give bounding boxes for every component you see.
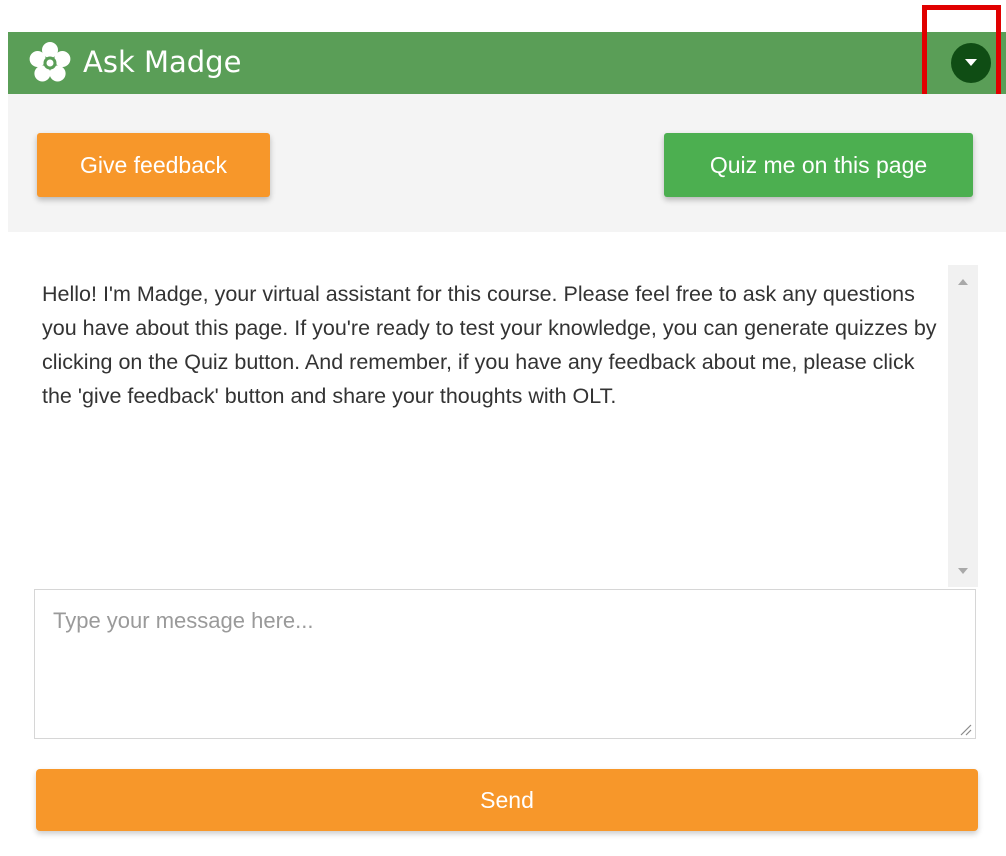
- caret-down-icon: [965, 59, 977, 66]
- send-button[interactable]: Send: [36, 769, 978, 831]
- widget-header: Ask Madge: [8, 32, 1006, 94]
- chat-scrollbar[interactable]: [948, 265, 978, 587]
- flower-icon: [29, 42, 71, 82]
- resize-handle-icon[interactable]: [958, 722, 972, 736]
- scroll-up-arrow-icon[interactable]: [958, 279, 968, 285]
- give-feedback-button[interactable]: Give feedback: [37, 133, 270, 197]
- collapse-button[interactable]: [951, 43, 991, 83]
- chat-log[interactable]: Hello! I'm Madge, your virtual assistant…: [34, 265, 978, 587]
- message-input[interactable]: [34, 589, 976, 739]
- assistant-message: Hello! I'm Madge, your virtual assistant…: [42, 282, 937, 408]
- quiz-button[interactable]: Quiz me on this page: [664, 133, 973, 197]
- ask-madge-widget: Ask Madge Give feedback Quiz me on this …: [0, 0, 1006, 856]
- widget-title: Ask Madge: [83, 45, 242, 79]
- scroll-down-arrow-icon[interactable]: [958, 568, 968, 574]
